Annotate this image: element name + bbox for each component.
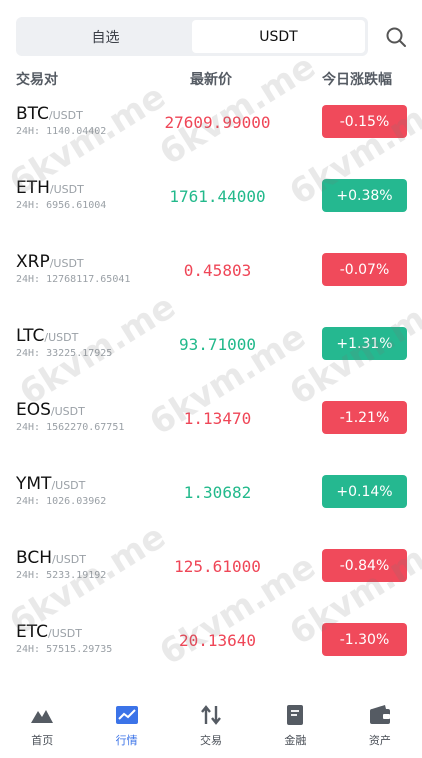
- market-row-ltc[interactable]: LTC/USDT 24H: 33225.17925 93.71000 +1.31%: [0, 308, 422, 382]
- market-list: BTC/USDT 24H: 1140.04402 27609.99000 -0.15%…: [0, 86, 422, 678]
- last-price: 125.61000: [174, 557, 261, 576]
- pair-label: BCH/USDT: [16, 548, 86, 568]
- pair-quote: /USDT: [50, 405, 85, 418]
- pair-quote: /USDT: [48, 627, 82, 640]
- last-price: 0.45803: [183, 261, 252, 280]
- market-row-ymt[interactable]: YMT/USDT 24H: 1026.03962 1.30682 +0.14%: [0, 456, 422, 530]
- chart-icon: [115, 706, 138, 724]
- volume-24h: 24H: 5233.19192: [16, 570, 107, 581]
- swap-arrows-icon: [201, 705, 221, 725]
- pair-label: BTC/USDT: [16, 104, 83, 124]
- tab-market-label: 行情: [115, 734, 138, 747]
- tab-home[interactable]: 首页: [0, 692, 84, 758]
- pair-base: LTC: [16, 326, 45, 346]
- last-price: 1.30682: [183, 483, 252, 502]
- tab-finance[interactable]: 金融: [253, 692, 337, 758]
- last-price: 1761.44000: [169, 187, 266, 206]
- tab-trade[interactable]: 交易: [169, 692, 253, 758]
- volume-24h: 24H: 1140.04402: [16, 126, 107, 137]
- pair-quote: /USDT: [44, 331, 79, 344]
- pair-base: ETC: [16, 622, 48, 642]
- pair-base: EOS: [16, 400, 51, 420]
- tab-market[interactable]: 行情: [84, 692, 168, 758]
- market-row-eos[interactable]: EOS/USDT 24H: 1562270.67751 1.13470 -1.21%: [0, 382, 422, 456]
- pair-label: LTC/USDT: [16, 326, 78, 346]
- document-icon: [287, 705, 304, 725]
- pair-label: XRP/USDT: [16, 252, 84, 272]
- change-badge[interactable]: -0.07%: [322, 253, 407, 286]
- bottom-tab-bar: 首页 行情 交易 金融 资产: [0, 692, 422, 758]
- market-row-xrp[interactable]: XRP/USDT 24H: 12768117.65041 0.45803 -0.07%: [0, 234, 422, 308]
- tab-home-label: 首页: [31, 734, 54, 747]
- volume-24h: 24H: 57515.29735: [16, 644, 113, 655]
- change-badge[interactable]: -1.30%: [322, 623, 407, 656]
- market-row-etc[interactable]: ETC/USDT 24H: 57515.29735 20.13640 -1.30%: [0, 604, 422, 678]
- pair-label: ETC/USDT: [16, 622, 82, 642]
- pair-label: YMT/USDT: [16, 474, 85, 494]
- change-badge[interactable]: -0.15%: [322, 105, 407, 138]
- pair-base: ETH: [16, 178, 50, 198]
- pair-quote: /USDT: [49, 257, 84, 270]
- search-icon[interactable]: [384, 25, 408, 49]
- pair-base: BCH: [16, 548, 53, 568]
- mountain-icon: [31, 710, 54, 723]
- volume-24h: 24H: 1026.03962: [16, 496, 107, 507]
- tab-finance-label: 金融: [284, 734, 307, 747]
- pair-base: YMT: [16, 474, 52, 494]
- pair-quote: /USDT: [52, 553, 86, 566]
- pair-quote: /USDT: [48, 109, 83, 122]
- change-badge[interactable]: +1.31%: [322, 327, 407, 360]
- volume-24h: 24H: 33225.17925: [16, 348, 113, 359]
- segment-usdt[interactable]: USDT: [192, 20, 365, 53]
- pair-quote: /USDT: [51, 479, 86, 492]
- market-row-btc[interactable]: BTC/USDT 24H: 1140.04402 27609.99000 -0.15%: [0, 86, 422, 160]
- pair-label: EOS/USDT: [16, 400, 85, 420]
- change-badge[interactable]: +0.38%: [322, 179, 407, 212]
- change-badge[interactable]: +0.14%: [322, 475, 407, 508]
- pair-label: ETH/USDT: [16, 178, 84, 198]
- volume-24h: 24H: 1562270.67751: [16, 422, 125, 433]
- market-segment-control: 自选 USDT: [16, 17, 368, 56]
- last-price: 93.71000: [178, 335, 257, 354]
- change-badge[interactable]: -1.21%: [322, 401, 407, 434]
- segment-favorites[interactable]: 自选: [19, 20, 192, 53]
- market-row-bch[interactable]: BCH/USDT 24H: 5233.19192 125.61000 -0.84%: [0, 530, 422, 604]
- change-badge[interactable]: -0.84%: [322, 549, 407, 582]
- pair-base: BTC: [16, 104, 49, 124]
- last-price: 27609.99000: [164, 113, 271, 132]
- tab-assets[interactable]: 资产: [338, 692, 422, 758]
- volume-24h: 24H: 12768117.65041: [16, 274, 131, 285]
- last-price: 20.13640: [178, 631, 257, 650]
- pair-quote: /USDT: [49, 183, 84, 196]
- volume-24h: 24H: 6956.61004: [16, 200, 107, 211]
- tab-assets-label: 资产: [368, 734, 391, 747]
- pair-base: XRP: [16, 252, 50, 272]
- last-price: 1.13470: [183, 409, 252, 428]
- wallet-icon: [369, 705, 390, 724]
- market-row-eth[interactable]: ETH/USDT 24H: 6956.61004 1761.44000 +0.38%: [0, 160, 422, 234]
- tab-trade-label: 交易: [200, 734, 223, 747]
